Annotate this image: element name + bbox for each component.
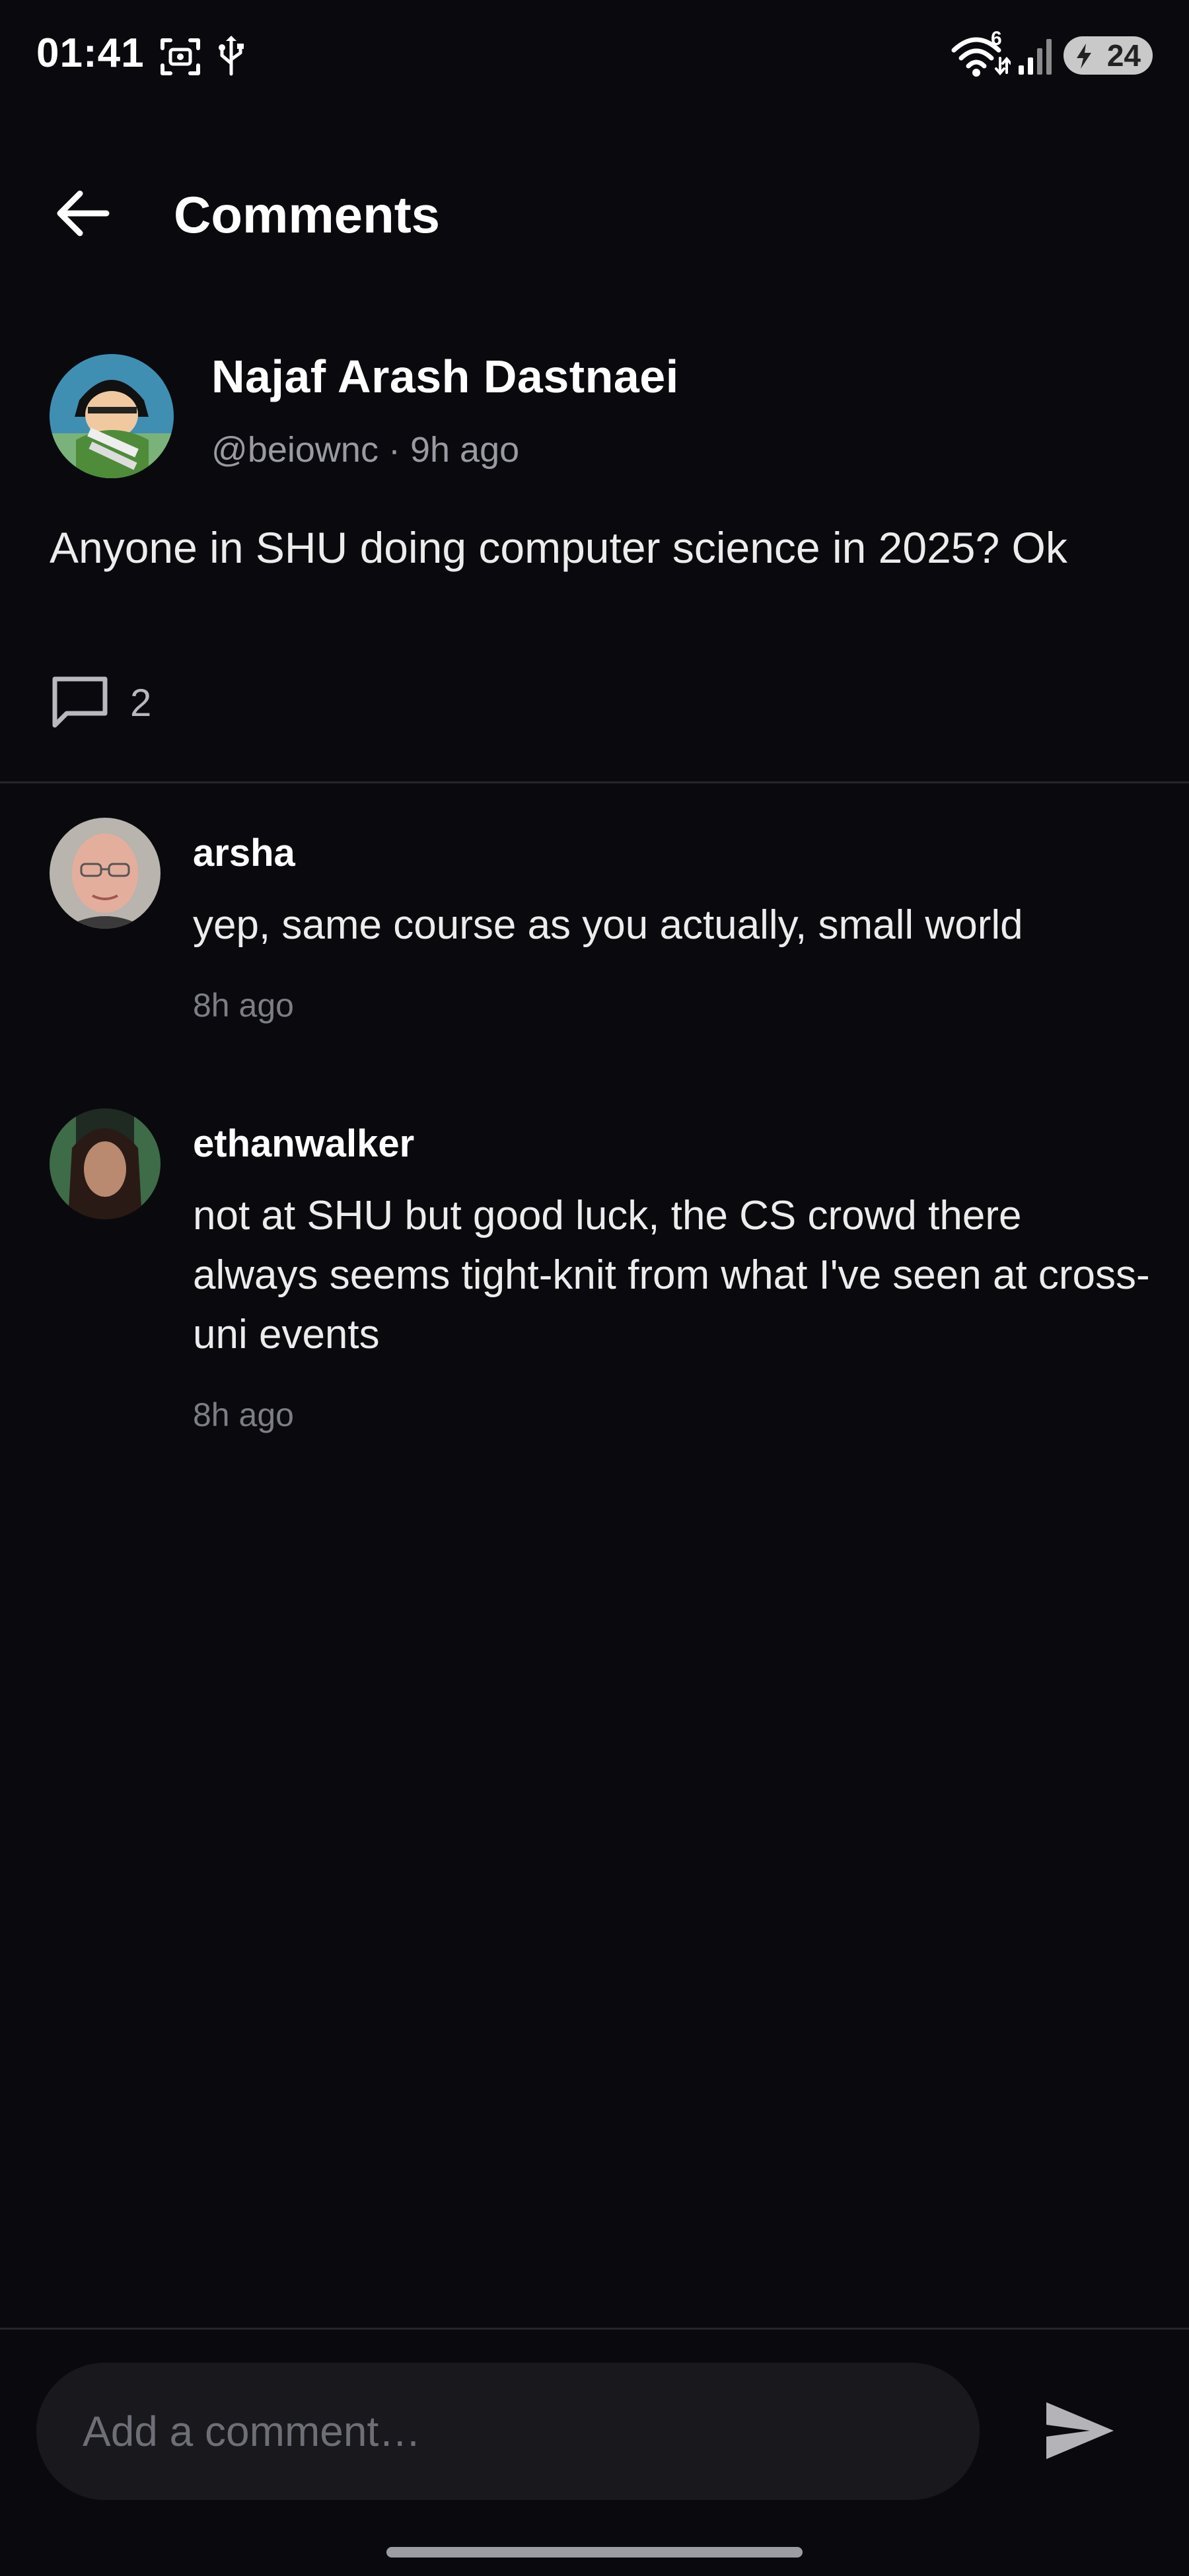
screenshot-icon (159, 36, 202, 81)
app-header: Comments (0, 152, 1189, 258)
post-comments-button[interactable]: 2 (50, 674, 151, 733)
comment-author-name[interactable]: ethanwalker (193, 1122, 414, 1166)
charging-bolt-icon (1074, 42, 1094, 77)
comment-bubble-icon (50, 674, 110, 733)
post-author-avatar[interactable] (50, 354, 174, 478)
send-icon (1044, 2400, 1116, 2465)
back-button[interactable] (46, 178, 119, 251)
send-button[interactable] (1034, 2386, 1126, 2478)
post-meta: @beiownc · 9h ago (211, 429, 519, 470)
comment-count: 2 (130, 682, 152, 725)
signal-icon (1017, 36, 1054, 79)
post-author-name[interactable]: Najaf Arash Dastnaei (211, 350, 679, 403)
battery-icon: 24 (1063, 36, 1153, 75)
usb-icon (217, 34, 246, 81)
post-body: Anyone in SHU doing computer science in … (50, 523, 1067, 572)
comment-time: 8h ago (193, 1396, 294, 1433)
comment-text: yep, same course as you actually, small … (193, 902, 1023, 948)
status-time: 01:41 (36, 30, 145, 76)
comment-author-avatar[interactable] (50, 1108, 161, 1219)
arrow-left-icon (55, 190, 110, 240)
post-divider (0, 781, 1189, 783)
comment-input[interactable] (36, 2363, 980, 2500)
comment-author-avatar[interactable] (50, 818, 161, 929)
post-author-handle[interactable]: @beiownc (211, 430, 378, 470)
comment-composer (0, 2330, 1189, 2576)
meta-separator: · (388, 430, 400, 470)
status-bar: 01:41 6 24 (0, 0, 1189, 112)
comment-text: not at SHU but good luck, the CS crowd t… (193, 1193, 1150, 1357)
post-time: 9h ago (410, 430, 520, 470)
battery-level: 24 (1106, 38, 1141, 73)
comment-time: 8h ago (193, 987, 294, 1024)
page-title: Comments (174, 186, 441, 244)
home-indicator[interactable] (386, 2547, 803, 2558)
comment-author-name[interactable]: arsha (193, 831, 295, 875)
wifi-badge: 6 (991, 28, 1002, 50)
